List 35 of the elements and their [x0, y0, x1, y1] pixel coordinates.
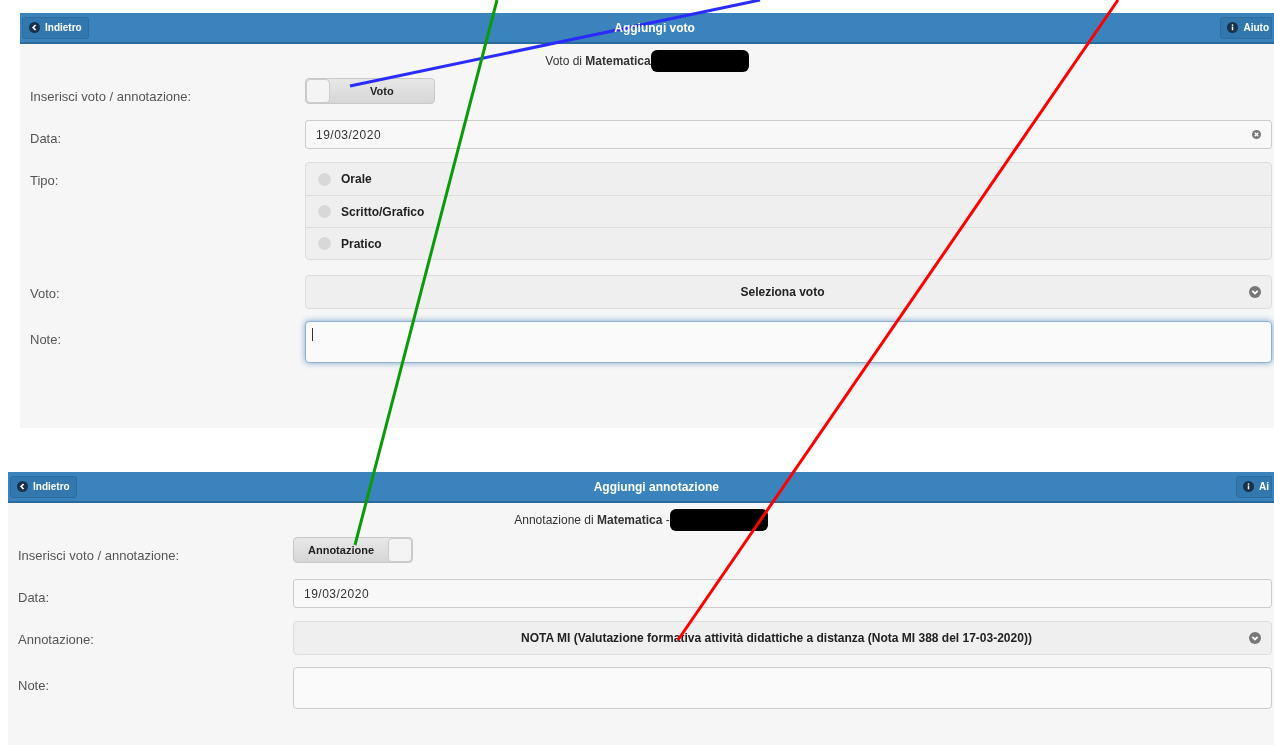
radio-option[interactable]: Scritto/Grafico: [306, 195, 1271, 227]
toggle-switch[interactable]: Voto: [305, 78, 435, 104]
field-label: Annotazione:: [18, 632, 94, 647]
date-field[interactable]: 19/03/2020: [293, 579, 1272, 608]
field-label: Inserisci voto / annotazione:: [30, 89, 192, 104]
field-label: Tipo:: [30, 173, 59, 188]
header-title: Aggiungi annotazione: [593, 478, 719, 496]
field-label: Voto:: [30, 286, 60, 301]
radio-option[interactable]: Pratico: [306, 227, 1271, 259]
chevron-down-icon: [1249, 286, 1261, 298]
clear-icon[interactable]: [1252, 130, 1261, 139]
chevron-down-icon: [1249, 632, 1261, 644]
form-subtitle: Voto di Matematica: [545, 53, 651, 70]
field-label: Note:: [30, 332, 62, 347]
chevron-left-icon: [17, 481, 28, 492]
note-textarea[interactable]: [293, 667, 1272, 709]
radio-option[interactable]: Orale: [306, 163, 1271, 195]
select-dropdown[interactable]: NOTA MI (Valutazione formativa attività didattiche a distanza (Nota MI 388 del 17-03-2020)): [293, 621, 1272, 655]
note-textarea[interactable]: [305, 321, 1272, 363]
field-label: Data:: [30, 131, 62, 146]
date-field[interactable]: 19/03/2020: [305, 120, 1272, 149]
help-button[interactable]: Ai: [1236, 475, 1272, 498]
back-button[interactable]: Indietro: [22, 16, 89, 39]
form-subtitle: Annotazione di Matematica -: [514, 512, 670, 529]
field-label: Note:: [18, 678, 50, 693]
info-icon: [1243, 481, 1254, 492]
chevron-left-icon: [29, 22, 40, 33]
toggle-switch[interactable]: Annotazione: [293, 537, 413, 563]
select-dropdown[interactable]: Seleziona voto: [305, 275, 1272, 309]
info-icon: [1227, 22, 1239, 33]
header-title: Aggiungi voto: [614, 19, 695, 37]
field-label: Data:: [18, 590, 50, 605]
help-button[interactable]: Aiuto: [1220, 16, 1272, 39]
field-label: Inserisci voto / annotazione:: [18, 548, 180, 563]
back-button[interactable]: Indietro: [10, 475, 77, 498]
